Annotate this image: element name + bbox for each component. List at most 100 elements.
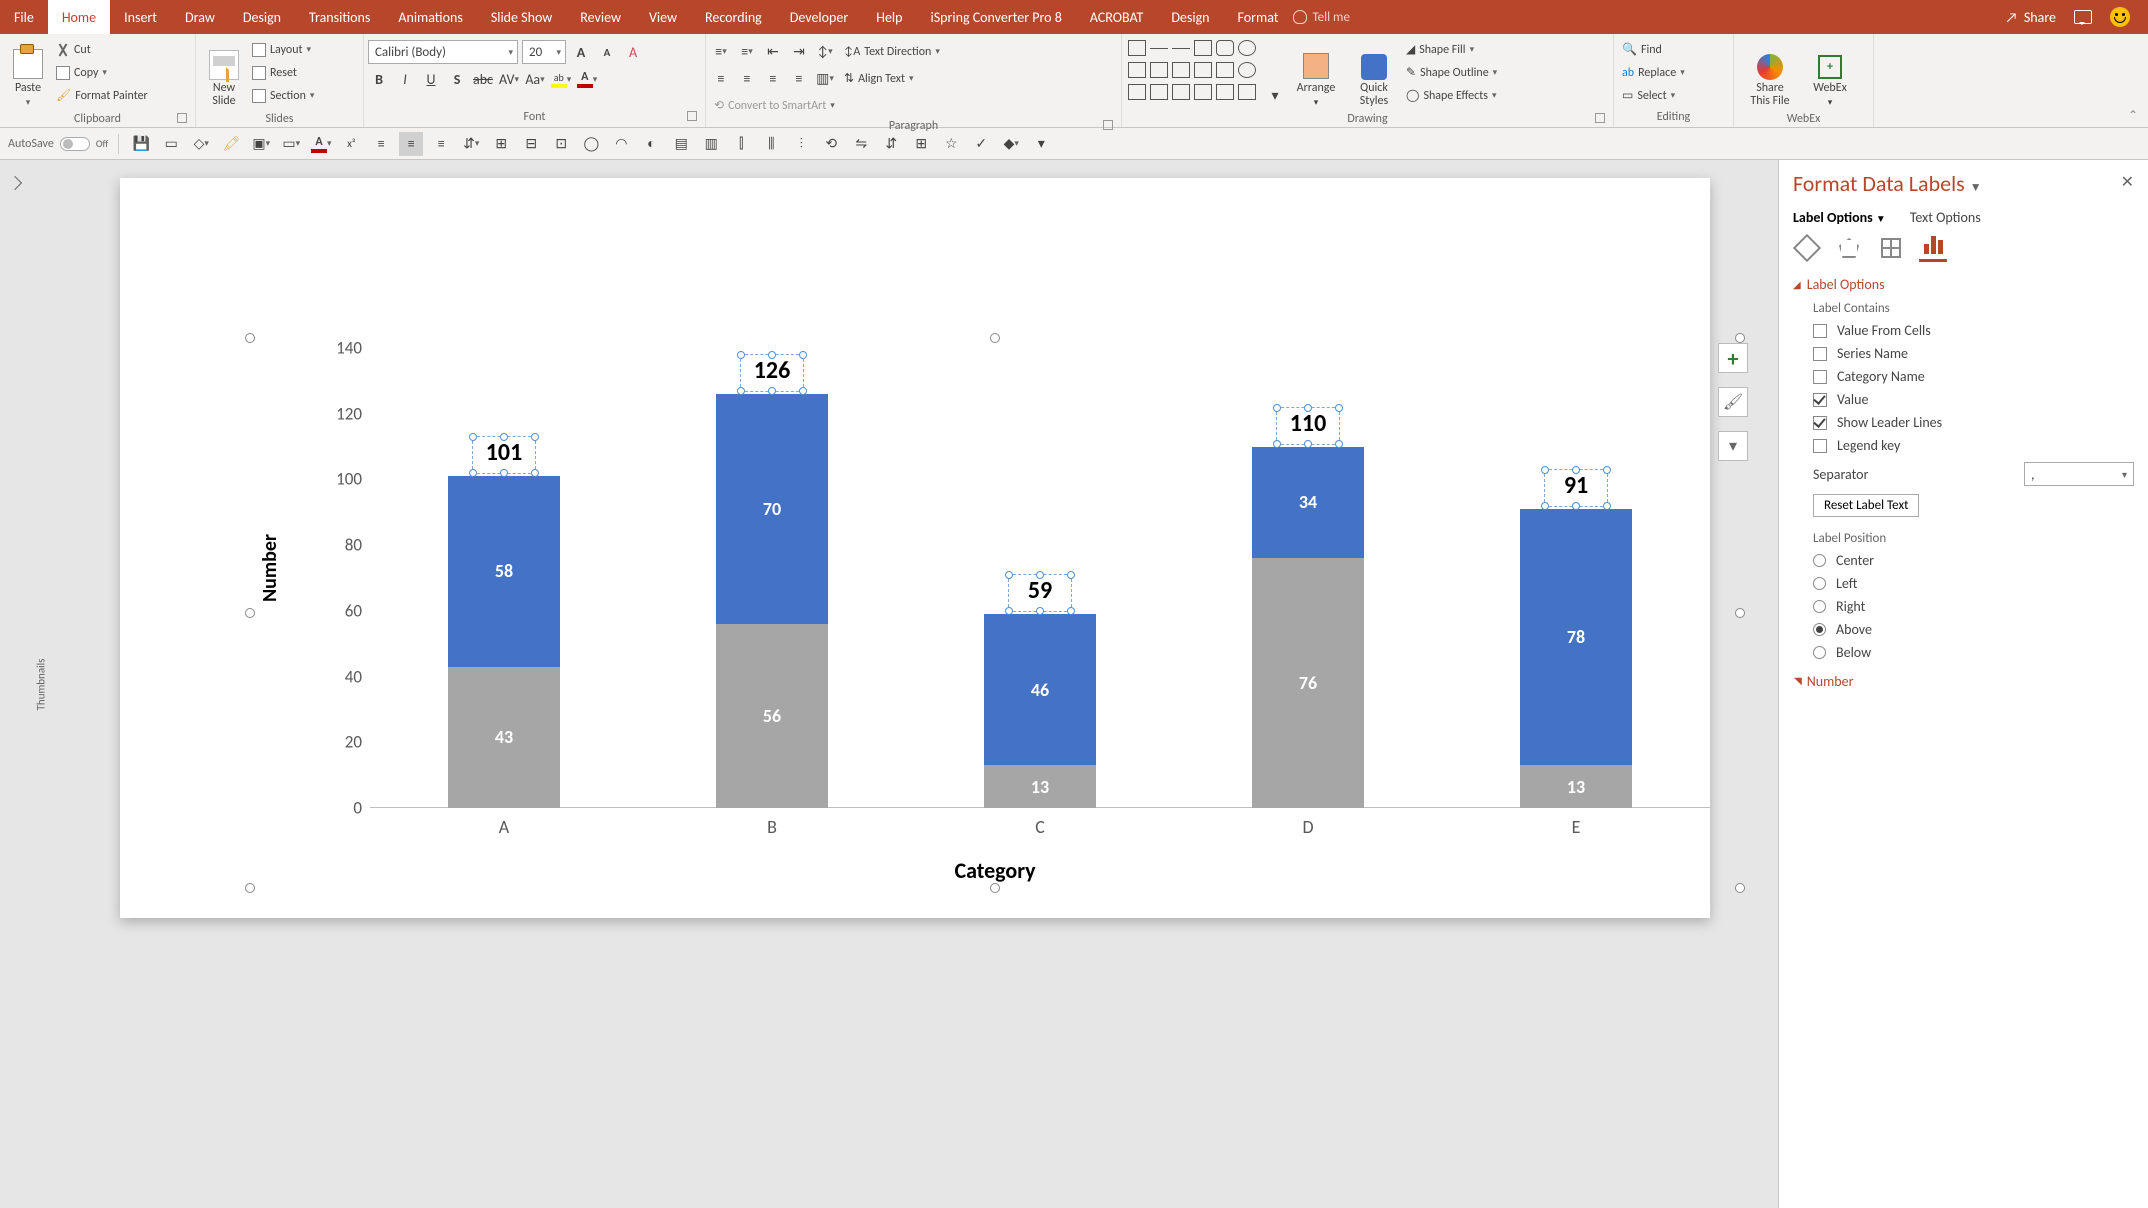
highlight-button[interactable]: ab — [550, 68, 572, 90]
label-handle[interactable] — [799, 387, 807, 395]
bar-segment[interactable]: 43 — [448, 667, 560, 808]
shapes-more-button[interactable]: ▾ — [1264, 84, 1286, 106]
align-center-button[interactable]: ≡ — [736, 68, 758, 90]
selection-handle[interactable] — [245, 883, 255, 893]
clear-formatting-button[interactable]: A — [622, 41, 644, 63]
bar-segment[interactable]: 56 — [716, 624, 828, 808]
thumbnails-rail[interactable]: Thumbnails — [30, 160, 52, 1208]
font-name-combo[interactable]: Calibri (Body) — [368, 40, 518, 64]
tab-chart-design[interactable]: Design — [1157, 0, 1223, 34]
nav-pane-collapsed[interactable] — [0, 160, 30, 1208]
label-selection-box[interactable] — [472, 436, 536, 474]
label-handle[interactable] — [1304, 440, 1312, 448]
qat-bringfront-button[interactable]: ▤ — [669, 132, 693, 156]
slide[interactable]: 020406080100120140 Number 43581015670126… — [120, 178, 1710, 918]
bar-segment[interactable]: 58 — [448, 476, 560, 667]
bold-button[interactable]: B — [368, 68, 390, 90]
shape-effects-button[interactable]: ◯Shape Effects — [1402, 84, 1501, 107]
new-slide-button[interactable]: New Slide — [200, 36, 248, 110]
qat-align-center-button[interactable]: ≡ — [399, 132, 423, 156]
pos-right[interactable]: Right — [1813, 598, 2134, 615]
qat-align-left-button[interactable]: ≡ — [369, 132, 393, 156]
webex-button[interactable]: + WebEx▾ — [1802, 36, 1858, 110]
label-handle[interactable] — [531, 433, 539, 441]
tab-slideshow[interactable]: Slide Show — [477, 0, 566, 34]
shape-fill-button[interactable]: ◢Shape Fill — [1402, 38, 1501, 61]
share-file-button[interactable]: Share This File — [1738, 36, 1802, 110]
pos-center[interactable]: Center — [1813, 552, 2134, 569]
pos-below[interactable]: Below — [1813, 644, 2134, 661]
tab-file[interactable]: File — [0, 0, 48, 34]
qat-fill-button[interactable]: ▣ — [249, 132, 273, 156]
opt-category-name[interactable]: Category Name — [1813, 368, 2134, 385]
label-handle[interactable] — [500, 469, 508, 477]
tab-design[interactable]: Design — [229, 0, 295, 34]
tab-recording[interactable]: Recording — [691, 0, 776, 34]
grow-font-button[interactable]: A — [570, 41, 592, 63]
qat-outline-button[interactable]: ▭ — [279, 132, 303, 156]
bar-segment[interactable]: 70 — [716, 394, 828, 624]
selection-handle[interactable] — [990, 333, 1000, 343]
label-handle[interactable] — [1541, 502, 1549, 510]
fill-line-tab-icon[interactable] — [1793, 234, 1821, 262]
section-label-options[interactable]: ◢Label Options — [1793, 276, 2134, 293]
tab-transitions[interactable]: Transitions — [295, 0, 384, 34]
separator-combo[interactable]: , — [2024, 462, 2134, 486]
plot-area[interactable]: 435810156701261346597634110137891 — [370, 348, 1710, 808]
tab-home[interactable]: Home — [48, 0, 110, 34]
shadow-button[interactable]: S — [446, 68, 468, 90]
tab-chart-format[interactable]: Format — [1224, 0, 1293, 34]
tab-view[interactable]: View — [635, 0, 691, 34]
label-handle[interactable] — [1005, 571, 1013, 579]
qat-valign-button[interactable]: ⇵ — [459, 132, 483, 156]
increase-indent-button[interactable]: ⇥ — [788, 41, 810, 63]
feedback-smiley-icon[interactable] — [2110, 7, 2130, 27]
chart-filters-button[interactable]: ▾ — [1718, 431, 1748, 461]
section-number[interactable]: ◢Number — [1793, 673, 2134, 690]
reset-label-text-button[interactable]: Reset Label Text — [1813, 494, 1919, 517]
qat-shape-button[interactable]: ◇ — [189, 132, 213, 156]
label-handle[interactable] — [1304, 404, 1312, 412]
qat-oval-button[interactable]: ◯ — [579, 132, 603, 156]
bar-segment[interactable]: 46 — [984, 614, 1096, 765]
numbering-button[interactable]: ≡ — [736, 41, 758, 63]
label-handle[interactable] — [737, 351, 745, 359]
italic-button[interactable]: I — [394, 68, 416, 90]
x-axis-label[interactable]: Category — [954, 857, 1035, 884]
find-button[interactable]: 🔍Find — [1618, 38, 1666, 61]
font-launcher[interactable] — [687, 111, 697, 121]
qat-newslide-button[interactable]: ▭ — [159, 132, 183, 156]
opt-legend-key[interactable]: Legend key — [1813, 437, 2134, 454]
collapse-ribbon-button[interactable]: ⌃ — [2118, 104, 2148, 127]
qat-fontcolor-button[interactable]: A — [309, 132, 333, 156]
arrange-button[interactable]: Arrange▾ — [1286, 36, 1346, 110]
tab-insert[interactable]: Insert — [110, 0, 171, 34]
label-handle[interactable] — [1067, 571, 1075, 579]
label-handle[interactable] — [768, 351, 776, 359]
clipboard-launcher[interactable] — [177, 113, 187, 123]
autosave-toggle[interactable]: AutoSave Off — [8, 137, 108, 151]
format-painter-button[interactable]: 🖌Format Painter — [52, 84, 152, 107]
paragraph-launcher[interactable] — [1103, 120, 1113, 130]
align-left-button[interactable]: ≡ — [710, 68, 732, 90]
section-button[interactable]: Section — [248, 84, 318, 107]
shrink-font-button[interactable]: A — [596, 41, 618, 63]
decrease-indent-button[interactable]: ⇤ — [762, 41, 784, 63]
tab-review[interactable]: Review — [566, 0, 635, 34]
label-selection-box[interactable] — [1544, 469, 1608, 507]
bar-segment[interactable]: 76 — [1252, 558, 1364, 808]
bar-segment[interactable]: 34 — [1252, 447, 1364, 559]
text-direction-button[interactable]: ↕AText Direction — [840, 40, 944, 63]
opt-series-name[interactable]: Series Name — [1813, 345, 2134, 362]
bar-segment[interactable]: 13 — [984, 765, 1096, 808]
selection-handle[interactable] — [1735, 608, 1745, 618]
label-handle[interactable] — [1603, 502, 1611, 510]
label-handle[interactable] — [1036, 607, 1044, 615]
qat-highlight-button[interactable]: 🖍 — [219, 132, 243, 156]
label-selection-box[interactable] — [1276, 407, 1340, 445]
qat-arc-button[interactable]: ◠ — [609, 132, 633, 156]
tab-draw[interactable]: Draw — [171, 0, 229, 34]
chart-object[interactable]: 020406080100120140 Number 43581015670126… — [250, 338, 1740, 888]
label-handle[interactable] — [1273, 440, 1281, 448]
shapes-gallery[interactable] — [1128, 40, 1258, 104]
